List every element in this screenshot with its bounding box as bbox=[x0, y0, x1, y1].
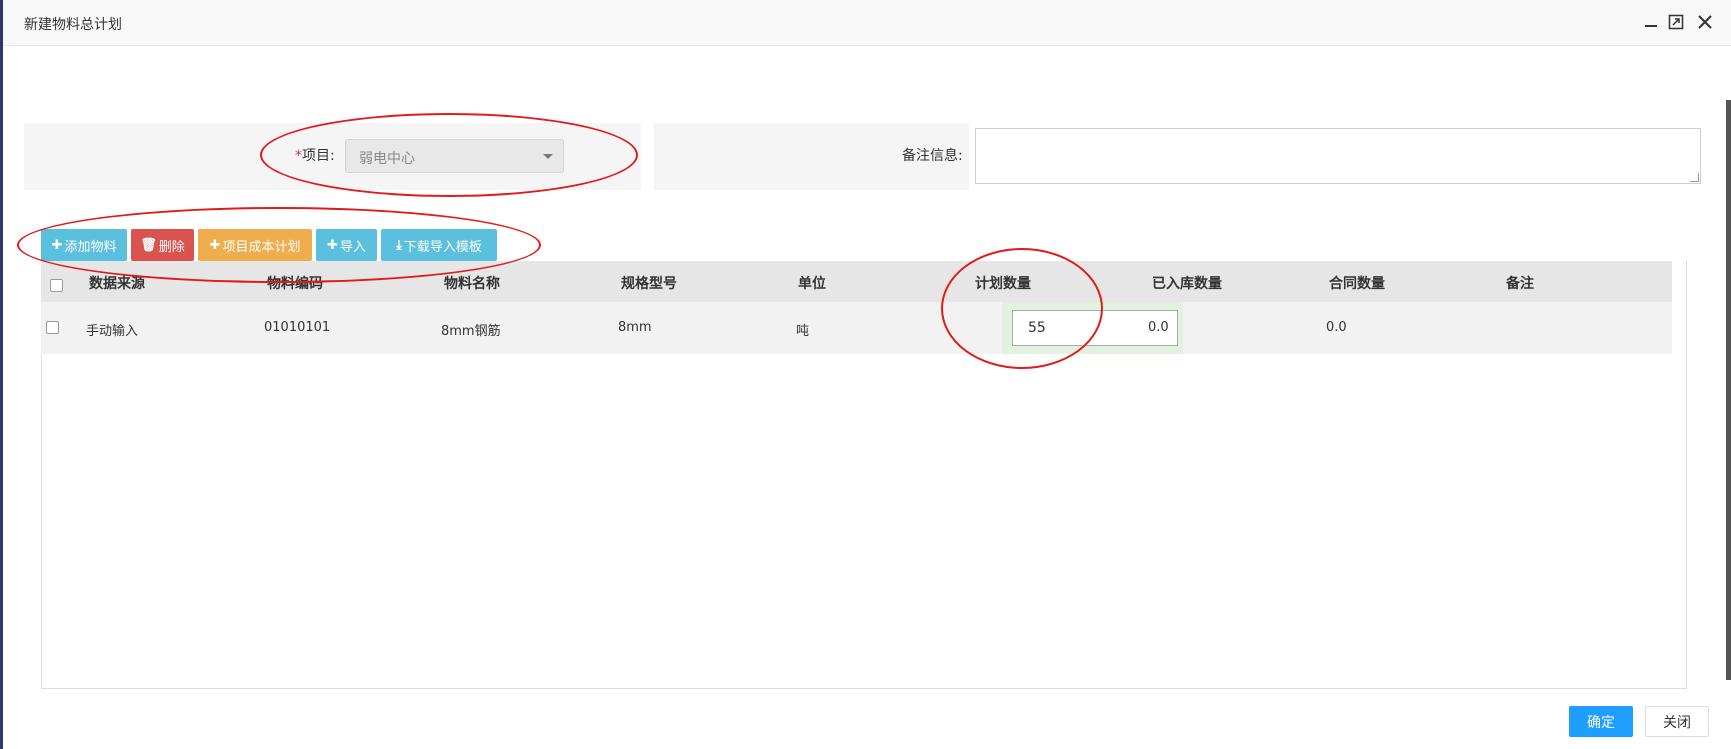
remark-textarea[interactable] bbox=[975, 128, 1701, 184]
col-header-remark[interactable]: 备注 bbox=[1506, 273, 1534, 293]
dialog-title: 新建物料总计划 bbox=[24, 17, 122, 33]
select-all-checkbox[interactable] bbox=[50, 279, 63, 292]
delete-label: 删除 bbox=[158, 239, 185, 255]
close-icon[interactable] bbox=[1695, 12, 1715, 32]
cell-received-qty: 0.0 bbox=[1148, 320, 1169, 335]
col-header-spec[interactable]: 规格型号 bbox=[621, 273, 677, 293]
add-material-label: 添加物料 bbox=[64, 239, 117, 255]
remark-field-cell: 备注信息: bbox=[654, 123, 969, 190]
required-mark: * bbox=[295, 148, 302, 164]
chevron-down-icon bbox=[543, 154, 553, 159]
delete-button[interactable]: 🗑 删除 bbox=[131, 229, 194, 261]
download-template-label: 下载导入模板 bbox=[403, 239, 482, 255]
trash-icon: 🗑 bbox=[140, 237, 157, 253]
import-button[interactable]: ✚ 导入 bbox=[316, 229, 377, 261]
col-header-source[interactable]: 数据来源 bbox=[89, 273, 145, 293]
cell-code: 01010101 bbox=[264, 320, 331, 335]
row-checkbox[interactable] bbox=[46, 321, 59, 334]
cell-contract-qty: 0.0 bbox=[1326, 320, 1347, 335]
cell-unit: 吨 bbox=[796, 324, 810, 339]
project-label: *项目: bbox=[295, 145, 335, 165]
plus-icon: ✚ bbox=[327, 237, 338, 253]
project-select[interactable]: 弱电中心 bbox=[345, 139, 564, 173]
project-cost-plan-label: 项目成本计划 bbox=[222, 239, 301, 255]
grid-header: 数据来源 物料编码 物料名称 规格型号 单位 计划数量 已入库数量 合同数量 备… bbox=[41, 261, 1672, 302]
import-label: 导入 bbox=[339, 239, 366, 255]
new-material-plan-dialog: 新建物料总计划 *项目: 弱电中心 备注信息: ✚ 添加物料 🗑 删除 ✚ 项目成本计… bbox=[0, 0, 1731, 749]
cell-spec: 8mm bbox=[618, 320, 652, 335]
maximize-icon[interactable] bbox=[1666, 12, 1686, 32]
download-template-button[interactable]: ⤓ 下载导入模板 bbox=[381, 229, 497, 261]
col-header-unit[interactable]: 单位 bbox=[798, 273, 826, 293]
table-row[interactable]: 手动输入 01010101 8mm钢筋 8mm 吨 55 0.0 0.0 bbox=[41, 302, 1672, 354]
plus-icon: ✚ bbox=[51, 237, 63, 253]
project-select-value: 弱电中心 bbox=[359, 151, 415, 167]
col-header-contract-qty[interactable]: 合同数量 bbox=[1329, 273, 1385, 293]
dialog-titlebar: 新建物料总计划 bbox=[3, 0, 1731, 46]
cell-source: 手动输入 bbox=[86, 324, 139, 339]
confirm-button[interactable]: 确定 bbox=[1569, 706, 1633, 737]
cell-name: 8mm钢筋 bbox=[441, 324, 501, 339]
project-label-text: 项目: bbox=[302, 148, 335, 164]
page-scrollbar[interactable] bbox=[1726, 100, 1731, 680]
close-button[interactable]: 关闭 bbox=[1645, 706, 1709, 737]
col-header-planned-qty[interactable]: 计划数量 bbox=[975, 273, 1031, 293]
col-header-code[interactable]: 物料编码 bbox=[267, 273, 323, 293]
plus-icon: ✚ bbox=[209, 237, 221, 253]
minimize-icon[interactable] bbox=[1641, 12, 1661, 32]
add-material-button[interactable]: ✚ 添加物料 bbox=[41, 229, 127, 261]
resize-handle-icon[interactable] bbox=[1690, 173, 1699, 182]
col-header-received-qty[interactable]: 已入库数量 bbox=[1152, 273, 1222, 293]
col-header-name[interactable]: 物料名称 bbox=[444, 273, 500, 293]
download-icon: ⤓ bbox=[396, 237, 402, 253]
remark-label: 备注信息: bbox=[902, 148, 963, 164]
project-cost-plan-button[interactable]: ✚ 项目成本计划 bbox=[198, 229, 312, 261]
background-strip bbox=[0, 0, 3, 749]
